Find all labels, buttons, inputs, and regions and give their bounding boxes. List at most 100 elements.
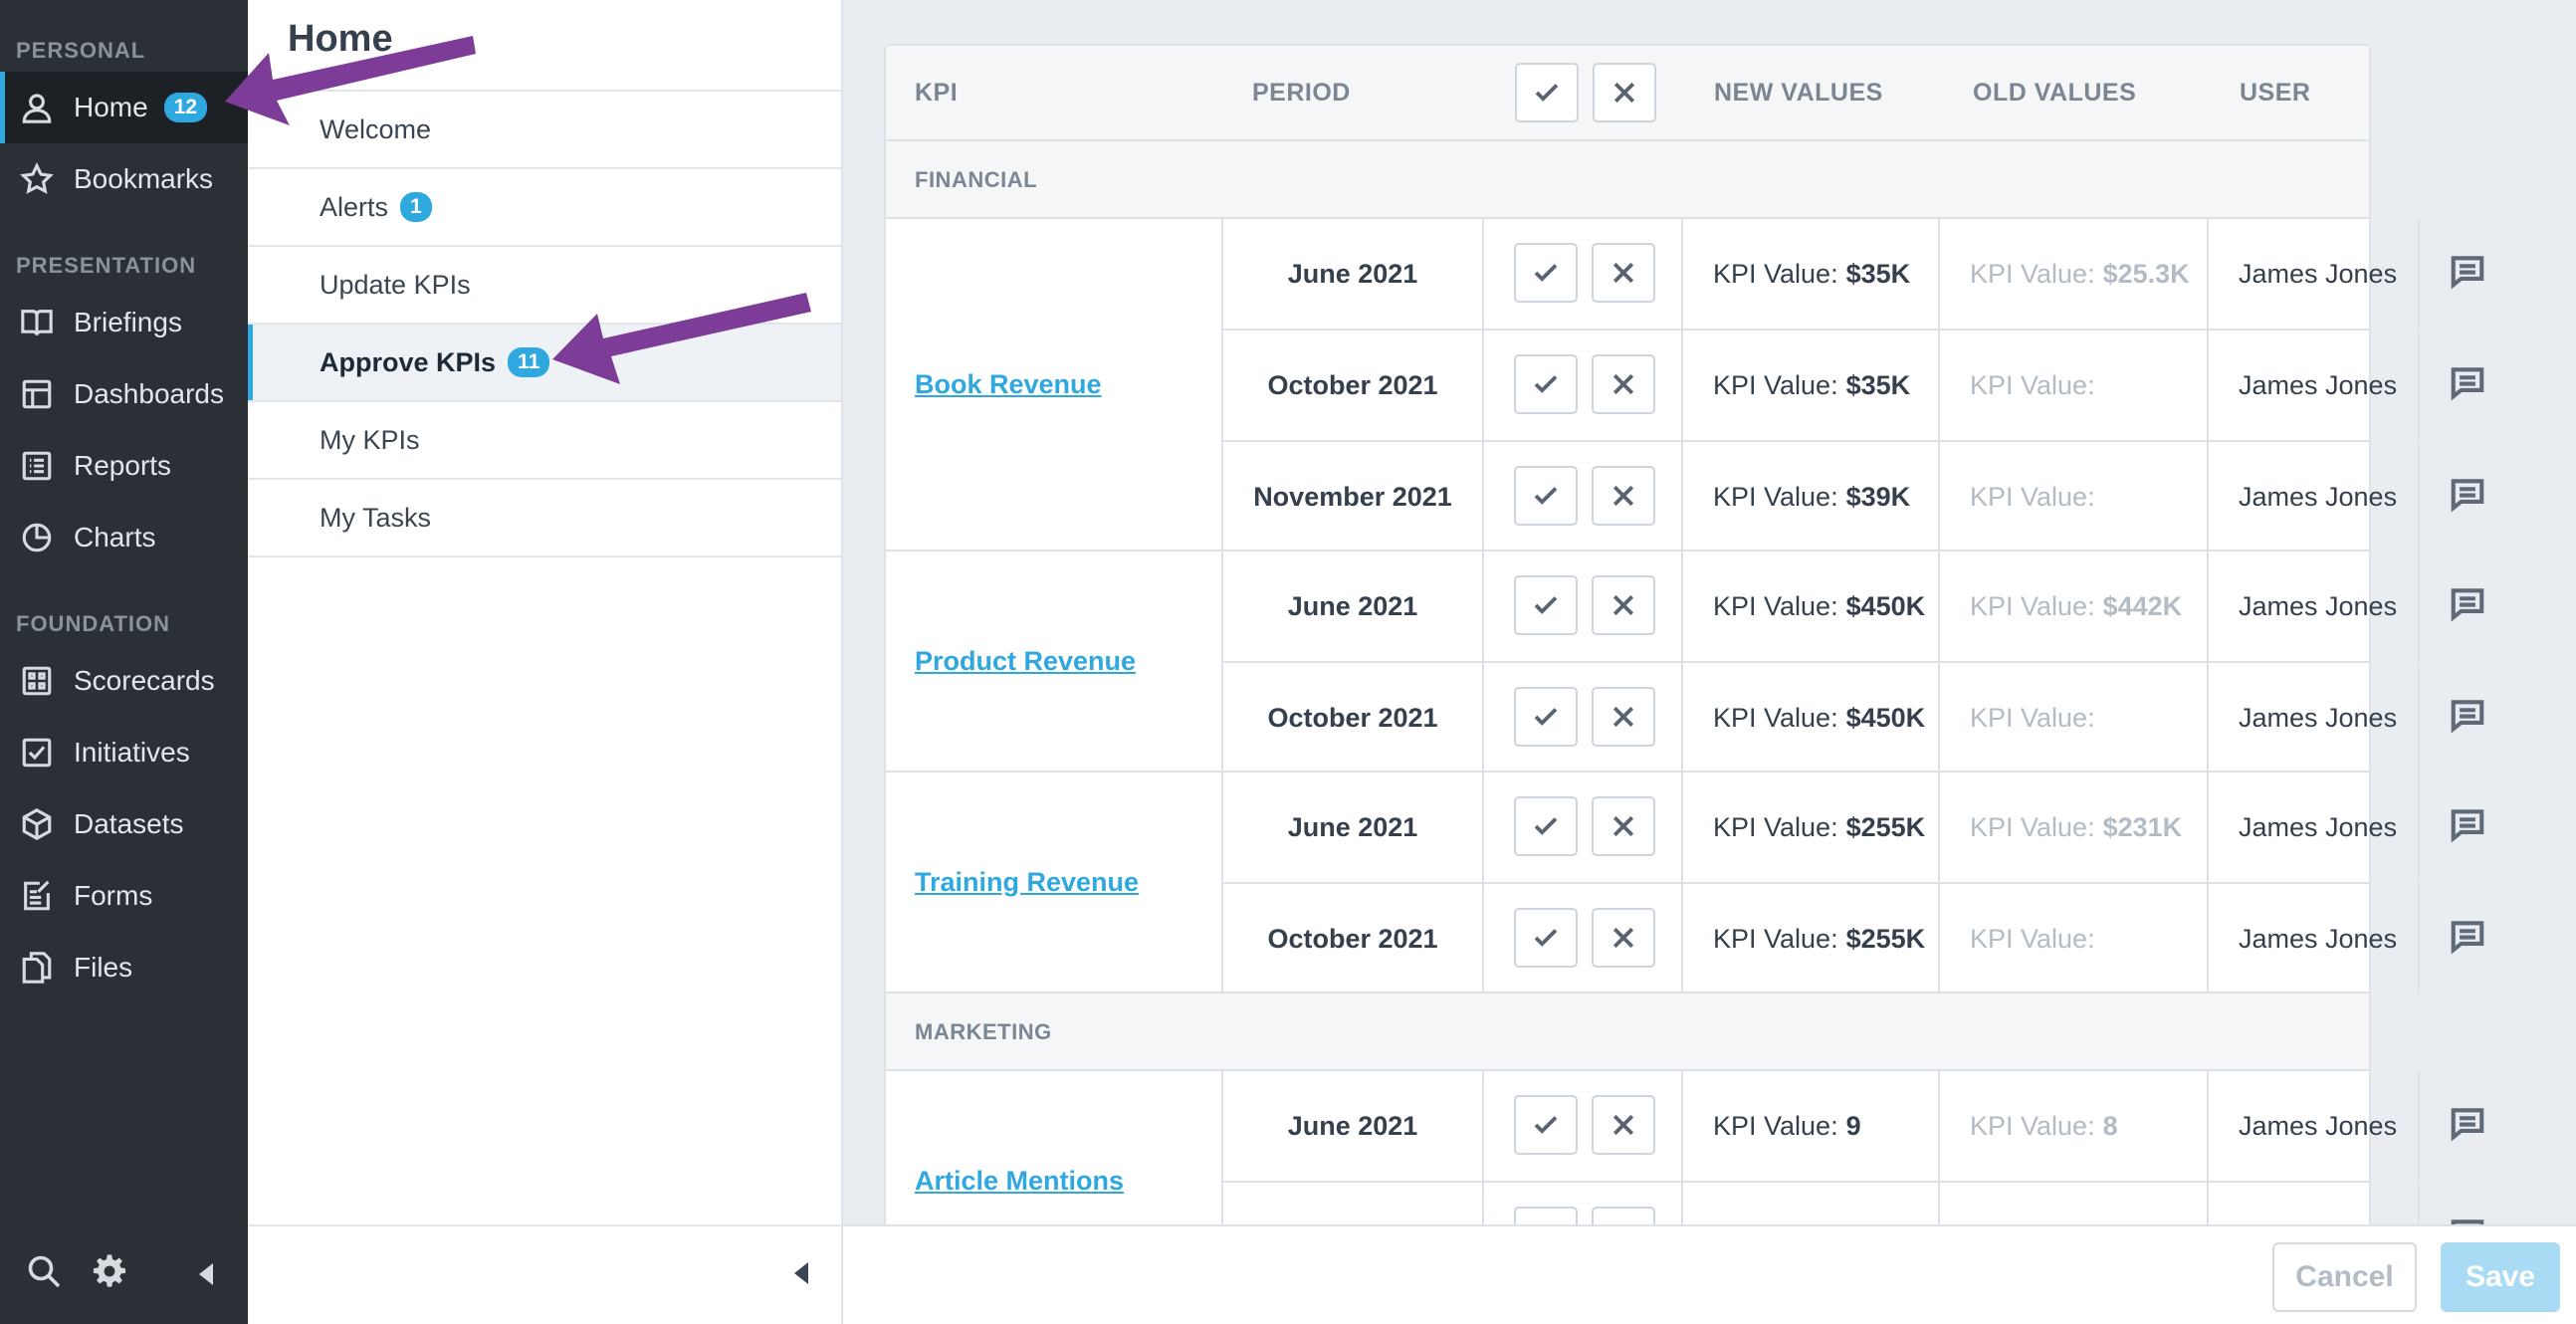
comment-icon[interactable] bbox=[2449, 252, 2486, 297]
action-cell bbox=[1484, 884, 1683, 993]
comment-icon[interactable] bbox=[2449, 696, 2486, 741]
panel-item-my-tasks[interactable]: My Tasks bbox=[248, 478, 841, 557]
reject-button[interactable] bbox=[1592, 575, 1655, 635]
reject-button[interactable] bbox=[1592, 687, 1655, 747]
sidebar-item-scorecards[interactable]: Scorecards bbox=[0, 645, 248, 717]
panel-item-my-kpis[interactable]: My KPIs bbox=[248, 400, 841, 478]
close-icon bbox=[1612, 815, 1634, 837]
reject-button[interactable] bbox=[1592, 908, 1655, 968]
period-cell: July 2021 bbox=[1223, 1183, 1484, 1224]
reject-button[interactable] bbox=[1592, 354, 1655, 414]
old-value-cell: KPI Value: bbox=[1940, 442, 2209, 552]
close-icon bbox=[1612, 594, 1634, 616]
new-value: $450K bbox=[1845, 702, 1926, 733]
sidebar-item-datasets[interactable]: Datasets bbox=[0, 788, 248, 860]
sidebar-item-reports[interactable]: Reports bbox=[0, 430, 248, 502]
reject-button[interactable] bbox=[1592, 796, 1655, 856]
reject-button[interactable] bbox=[1592, 466, 1655, 526]
pie-chart-icon bbox=[18, 519, 56, 556]
comment-icon[interactable] bbox=[2449, 917, 2486, 962]
sidebar-item-bookmarks[interactable]: Bookmarks bbox=[0, 143, 248, 215]
reject-button[interactable] bbox=[1592, 1207, 1655, 1224]
new-value-cell: KPI Value: $35K bbox=[1683, 331, 1940, 440]
kpi-name-link[interactable]: Book Revenue bbox=[915, 369, 1102, 400]
new-value-cell: KPI Value: $255K bbox=[1683, 884, 1940, 993]
user-cell: James Jones bbox=[2209, 663, 2420, 772]
new-value-cell: KPI Value: $35K bbox=[1683, 219, 1940, 329]
reject-button[interactable] bbox=[1592, 243, 1655, 303]
header-new-values: NEW VALUES bbox=[1714, 79, 1883, 107]
approve-button[interactable] bbox=[1514, 466, 1578, 526]
sidebar-item-label: Files bbox=[74, 952, 133, 983]
approve-all-button[interactable] bbox=[1515, 63, 1579, 122]
approve-button[interactable] bbox=[1514, 354, 1578, 414]
sidebar-item-label: Home bbox=[74, 92, 148, 122]
kpi-name-link[interactable]: Training Revenue bbox=[915, 867, 1139, 898]
gear-icon[interactable] bbox=[92, 1253, 127, 1294]
panel-item-approve-kpis[interactable]: Approve KPIs 11 bbox=[248, 323, 841, 402]
period-cell: June 2021 bbox=[1223, 772, 1484, 882]
period-cell: November 2021 bbox=[1223, 442, 1484, 552]
sidebar-item-dashboards[interactable]: Dashboards bbox=[0, 358, 248, 430]
comment-icon[interactable] bbox=[2449, 363, 2486, 408]
check-icon bbox=[1534, 708, 1558, 726]
save-button[interactable]: Save bbox=[2441, 1242, 2560, 1312]
panel-item-label: Approve KPIs bbox=[320, 346, 497, 377]
home-panel: Home Welcome Alerts 1 Update KPIs Approv… bbox=[248, 0, 843, 1324]
cube-icon bbox=[18, 805, 56, 843]
sidebar-item-files[interactable]: Files bbox=[0, 932, 248, 1003]
header-old-values: OLD VALUES bbox=[1973, 79, 2137, 107]
sidebar-item-label: Bookmarks bbox=[74, 163, 214, 194]
panel-item-alerts[interactable]: Alerts 1 bbox=[248, 167, 841, 245]
new-value-cell: KPI Value: $450K bbox=[1683, 552, 1940, 661]
new-value-cell: KPI Value: $255K bbox=[1683, 772, 1940, 882]
table-row: June 2021 KPI Value: 9 KPI Value: 8 James … bbox=[1221, 1071, 2483, 1181]
collapse-left-icon[interactable] bbox=[199, 1263, 213, 1285]
sidebar-item-briefings[interactable]: Briefings bbox=[0, 287, 248, 358]
reject-button[interactable] bbox=[1592, 1095, 1655, 1155]
approve-button[interactable] bbox=[1514, 575, 1578, 635]
cancel-button[interactable]: Cancel bbox=[2272, 1242, 2417, 1312]
kpi-name-link[interactable]: Product Revenue bbox=[915, 646, 1136, 677]
approve-button[interactable] bbox=[1514, 908, 1578, 968]
panel-item-welcome[interactable]: Welcome bbox=[248, 90, 841, 167]
value-prefix: KPI Value: bbox=[1970, 923, 2095, 954]
period-cell: October 2021 bbox=[1223, 663, 1484, 772]
collapse-panel-icon[interactable] bbox=[794, 1262, 808, 1284]
search-icon[interactable] bbox=[26, 1253, 62, 1294]
group-header-row: FINANCIAL bbox=[886, 141, 2369, 219]
comment-icon[interactable] bbox=[2449, 1215, 2486, 1224]
sidebar-item-home[interactable]: Home 12 bbox=[0, 72, 248, 143]
reject-all-button[interactable] bbox=[1593, 63, 1656, 122]
comment-icon[interactable] bbox=[2449, 805, 2486, 850]
sidebar-footer bbox=[0, 1239, 248, 1309]
value-prefix: KPI Value: bbox=[1713, 702, 1838, 733]
approve-button[interactable] bbox=[1514, 243, 1578, 303]
approve-button[interactable] bbox=[1514, 1095, 1578, 1155]
panel-item-update-kpis[interactable]: Update KPIs bbox=[248, 245, 841, 323]
close-icon bbox=[1612, 927, 1634, 949]
table-header: KPI PERIOD NEW VALUES OLD VALUES USER bbox=[886, 46, 2369, 141]
old-value-cell: KPI Value: bbox=[1940, 663, 2209, 772]
section-presentation: PRESENTATION bbox=[16, 253, 197, 278]
old-value-cell: KPI Value: 8 bbox=[1940, 1071, 2209, 1181]
group-header-row: MARKETING bbox=[886, 993, 2369, 1071]
sidebar-item-label: Forms bbox=[74, 880, 153, 911]
main-sidebar: PERSONAL Home 12 Bookmarks PRESENTATION … bbox=[0, 0, 248, 1324]
value-prefix: KPI Value: bbox=[1970, 590, 2095, 621]
comment-icon[interactable] bbox=[2449, 584, 2486, 629]
period-cell: June 2021 bbox=[1223, 219, 1484, 329]
sidebar-item-forms[interactable]: Forms bbox=[0, 860, 248, 932]
comment-icon[interactable] bbox=[2449, 1104, 2486, 1149]
new-value: $450K bbox=[1845, 590, 1926, 621]
old-value: $231K bbox=[2102, 811, 2183, 842]
new-value: $255K bbox=[1845, 811, 1926, 842]
sidebar-item-charts[interactable]: Charts bbox=[0, 502, 248, 573]
approve-button[interactable] bbox=[1514, 1207, 1578, 1224]
comment-icon[interactable] bbox=[2449, 475, 2486, 520]
approve-button[interactable] bbox=[1514, 687, 1578, 747]
kpi-name-link[interactable]: Article Mentions bbox=[915, 1166, 1124, 1197]
sidebar-item-initiatives[interactable]: Initiatives bbox=[0, 717, 248, 788]
section-foundation: FOUNDATION bbox=[16, 611, 171, 636]
approve-button[interactable] bbox=[1514, 796, 1578, 856]
